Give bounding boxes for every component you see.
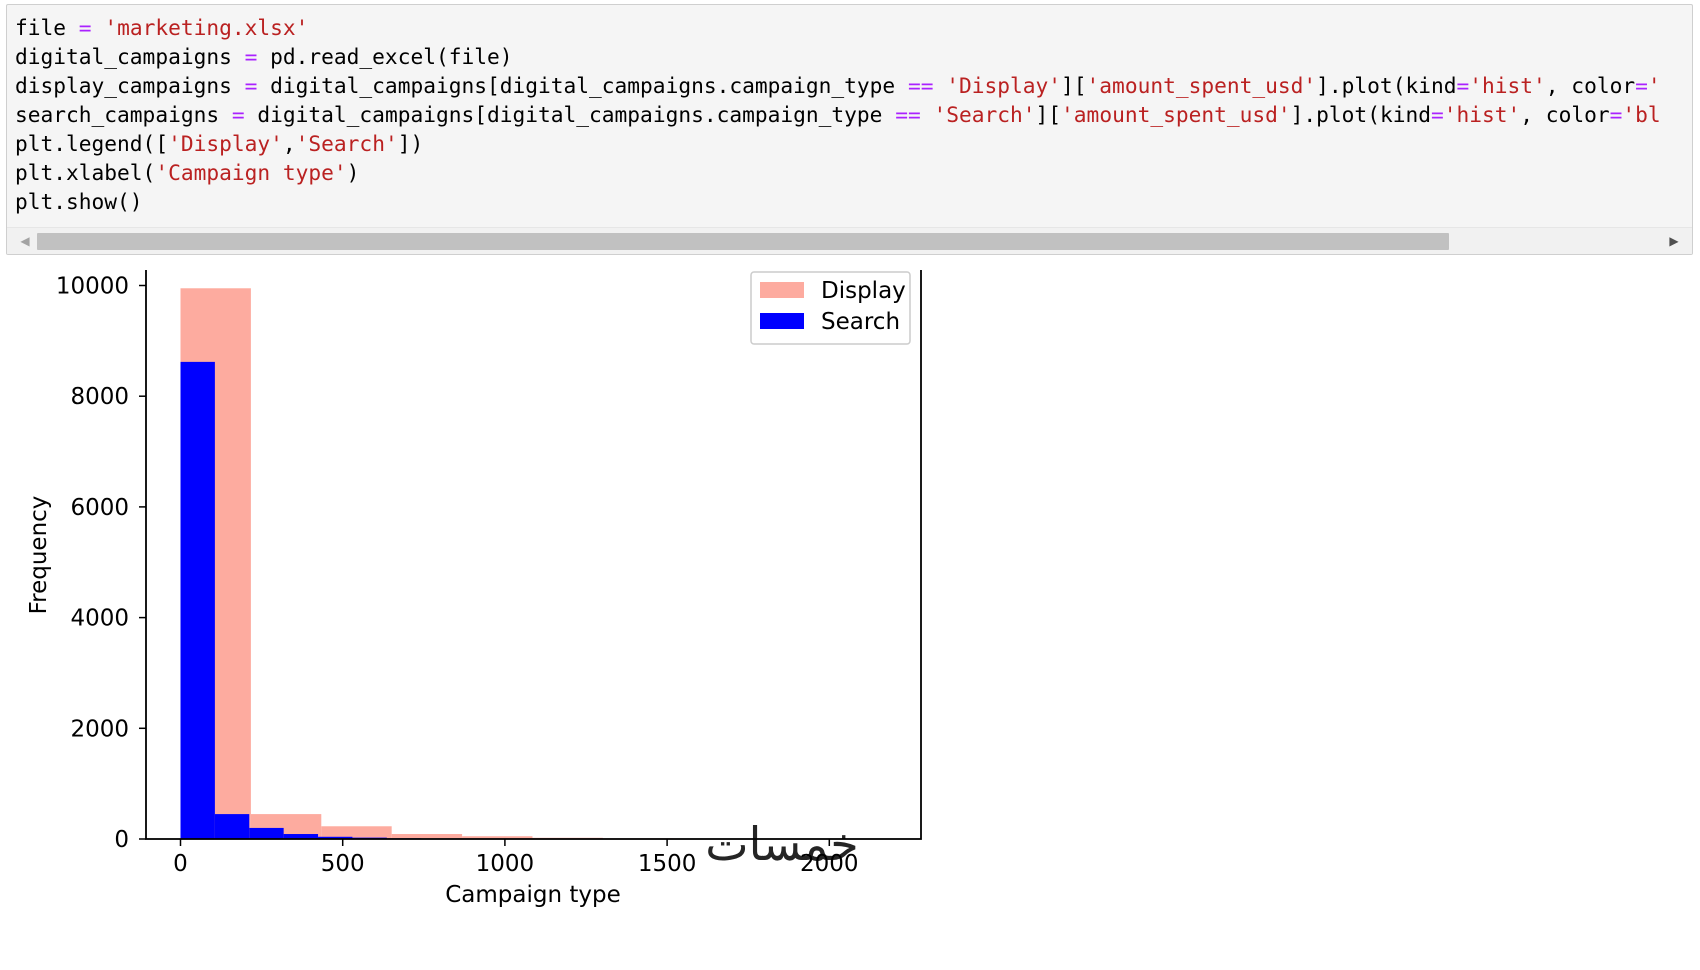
y-tick-label: 8000 (70, 384, 129, 410)
code-token: == (895, 102, 921, 127)
code-line: plt.legend(['Display','Search']) (15, 129, 1661, 158)
code-token: = (78, 15, 92, 40)
code-token: search_campaigns (15, 102, 232, 127)
code-token: digital_campaigns[digital_campaigns.camp… (244, 102, 896, 127)
code-token: ][ (1035, 102, 1062, 127)
code-token: = (1609, 102, 1623, 127)
search-bar (249, 827, 284, 839)
code-token: , color (1520, 102, 1610, 127)
code-token: plt.xlabel( (15, 160, 156, 185)
x-tick-label: 1500 (638, 851, 697, 877)
code-token: 'amount_spent_usd' (1086, 73, 1317, 98)
code-token: ].plot(kind (1290, 102, 1431, 127)
y-axis-label: Frequency (26, 496, 52, 615)
histogram-chart: 0 500 1000 1500 2000 0200040006000800010000 … (26, 270, 922, 908)
code-token: = (1635, 73, 1648, 98)
watermark: خمسات (705, 817, 858, 871)
code-token: ]) (397, 131, 424, 156)
code-token: display_campaigns (15, 73, 245, 98)
code-token: 'Display' (168, 131, 283, 156)
code-token: = (1456, 73, 1470, 98)
code-token: file (15, 15, 79, 40)
code-line: display_campaigns = digital_campaigns[di… (15, 71, 1661, 100)
code-token: 'Display' (946, 73, 1062, 98)
code-token: == (907, 73, 934, 98)
code-token: , (282, 131, 296, 156)
code-token: 'Search' (933, 102, 1036, 127)
code-token: 'marketing.xlsx' (104, 15, 309, 40)
x-axis-label: Campaign type (445, 882, 621, 908)
code-token: digital_campaigns[digital_campaigns.camp… (257, 73, 908, 98)
scrollbar-thumb[interactable] (37, 233, 1449, 250)
x-tick-label: 0 (173, 851, 188, 877)
code-line: file = 'marketing.xlsx' (15, 13, 1661, 42)
code-token: 'Campaign type' (155, 160, 347, 185)
y-tick-label: 2000 (70, 716, 129, 742)
code-token: 'amount_spent_usd' (1061, 102, 1291, 127)
code-cell[interactable]: file = 'marketing.xlsx' digital_campaigns… (6, 4, 1693, 255)
legend-label: Search (821, 309, 900, 335)
y-tick-label: 4000 (70, 606, 129, 632)
code-token: , color (1545, 73, 1636, 98)
code-line: plt.show() (15, 187, 1661, 216)
code-token: 'Search' (295, 131, 398, 156)
code-token: 'bl (1622, 102, 1661, 127)
code-line: plt.xlabel('Campaign type') (15, 158, 1661, 187)
code-token: ) (346, 160, 360, 185)
y-tick-label: 0 (114, 827, 129, 853)
code-token: digital_campaigns (15, 44, 245, 69)
code-line: search_campaigns = digital_campaigns[dig… (15, 100, 1661, 129)
search-bar (180, 361, 215, 839)
x-tick-label: 500 (321, 851, 365, 877)
code-token: 'hist' (1469, 73, 1546, 98)
y-tick-label: 6000 (70, 495, 129, 521)
search-bar (214, 814, 250, 839)
code-token: plt.show() (15, 189, 143, 214)
code-editor[interactable]: file = 'marketing.xlsx' digital_campaigns… (15, 13, 1661, 216)
y-tick-label: 10000 (56, 274, 129, 300)
code-token: plt.legend([ (15, 131, 169, 156)
code-token: = (231, 102, 245, 127)
legend: Display Search (750, 271, 911, 345)
code-line: digital_campaigns = pd.read_excel(file) (15, 42, 1661, 71)
x-tick-label: 1000 (476, 851, 535, 877)
search-legend-swatch (760, 313, 804, 329)
scroll-right-icon[interactable]: ▶ (1662, 228, 1686, 254)
code-token: ' (1647, 73, 1661, 98)
code-token: pd.read_excel(file) (257, 44, 513, 69)
display-legend-swatch (760, 282, 804, 298)
legend-label: Display (821, 278, 906, 304)
horizontal-scrollbar[interactable]: ◀ ▶ (7, 227, 1692, 254)
code-token: 'hist' (1443, 102, 1521, 127)
code-token: ][ (1061, 73, 1087, 98)
code-token: = (244, 73, 258, 98)
scroll-left-icon[interactable]: ◀ (13, 228, 37, 254)
plot-frame (145, 270, 922, 840)
code-token: = (244, 44, 258, 69)
code-token: ].plot(kind (1316, 73, 1457, 98)
code-token: = (1430, 102, 1444, 127)
